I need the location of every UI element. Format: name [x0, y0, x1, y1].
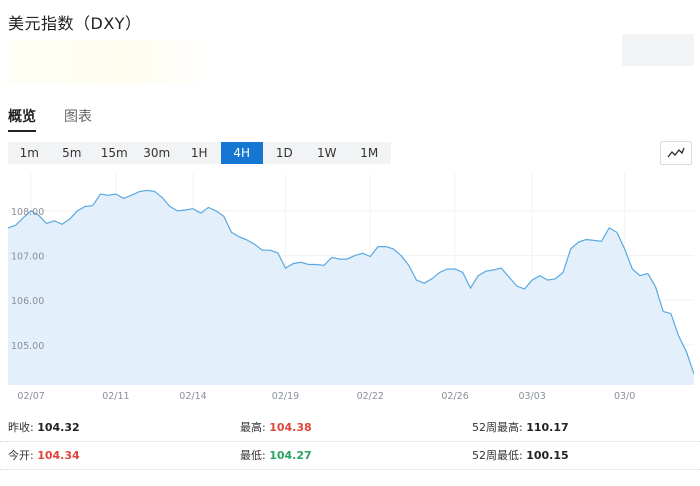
- stats-row-2: 今开: 104.34 最低: 104.27 52周最低: 100.15: [0, 441, 700, 470]
- interval-4h[interactable]: 4H: [220, 142, 263, 164]
- prev-close-value: 104.32: [37, 421, 80, 434]
- tab-chart[interactable]: 图表: [64, 106, 92, 132]
- interval-15m[interactable]: 15m: [93, 142, 136, 164]
- interval-1h[interactable]: 1H: [178, 142, 221, 164]
- high52-value: 110.17: [526, 421, 569, 434]
- page-title: 美元指数（DXY）: [8, 14, 142, 33]
- y-tick-label: 108.00: [11, 207, 44, 218]
- stat-prev-close: 昨收: 104.32: [8, 421, 80, 434]
- action-button[interactable]: [622, 34, 694, 66]
- x-tick-label: 02/11: [102, 391, 129, 402]
- interval-1w[interactable]: 1W: [306, 142, 349, 164]
- quote-panel: [8, 40, 214, 84]
- price-area: [8, 190, 694, 385]
- interval-1mo[interactable]: 1M: [348, 142, 391, 164]
- x-tick-label: 02/14: [179, 391, 206, 402]
- stat-high: 最高: 104.38: [240, 421, 312, 434]
- x-tick-label: 02/22: [357, 391, 384, 402]
- interval-1d[interactable]: 1D: [263, 142, 306, 164]
- interval-30m[interactable]: 30m: [136, 142, 179, 164]
- chart-type-button[interactable]: [660, 141, 692, 165]
- interval-selector: 1m 5m 15m 30m 1H 4H 1D 1W 1M: [8, 142, 391, 164]
- line-chart-icon: [667, 147, 685, 158]
- stat-low: 最低: 104.27: [240, 449, 312, 462]
- stats-panel: 昨收: 104.32 最高: 104.38 52周最高: 110.17 今开: …: [0, 411, 700, 486]
- y-tick-label: 107.00: [11, 252, 44, 263]
- low52-value: 100.15: [526, 449, 569, 462]
- stat-52w-low: 52周最低: 100.15: [472, 449, 569, 462]
- interval-1m[interactable]: 1m: [8, 142, 51, 164]
- interval-5m[interactable]: 5m: [51, 142, 94, 164]
- tab-overview[interactable]: 概览: [8, 106, 36, 132]
- x-tick-label: 03/0: [614, 391, 635, 402]
- high-value: 104.38: [269, 421, 312, 434]
- x-tick-label: 02/26: [441, 391, 468, 402]
- stats-row-1: 昨收: 104.32 最高: 104.38 52周最高: 110.17: [0, 413, 700, 442]
- open-value: 104.34: [37, 449, 80, 462]
- stat-52w-high: 52周最高: 110.17: [472, 421, 569, 434]
- x-tick-label: 02/19: [272, 391, 299, 402]
- stat-open: 今开: 104.34: [8, 449, 80, 462]
- price-chart[interactable]: 108.00 107.00 106.00 105.00 02/07 02/11 02/14 0…: [8, 173, 694, 407]
- y-tick-label: 106.00: [11, 296, 44, 307]
- main-tabs: 概览 图表: [8, 106, 120, 132]
- chart-svg: 108.00 107.00 106.00 105.00 02/07 02/11 02/14 0…: [8, 173, 694, 402]
- low-value: 104.27: [269, 449, 312, 462]
- x-tick-label: 02/07: [17, 391, 44, 402]
- x-tick-label: 03/03: [518, 391, 545, 402]
- y-tick-label: 105.00: [11, 341, 44, 352]
